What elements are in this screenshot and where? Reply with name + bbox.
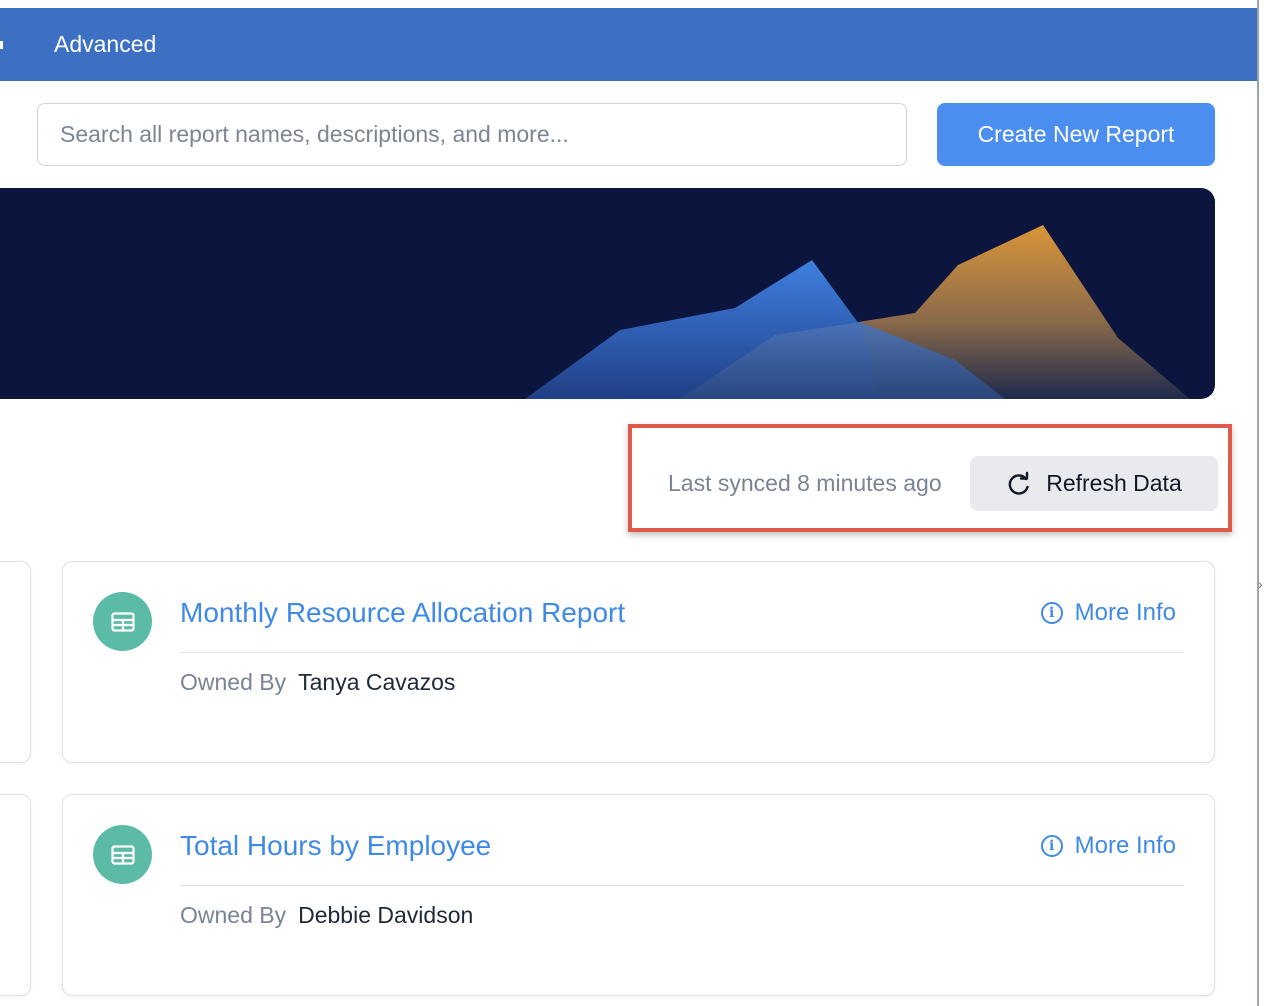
- owned-by-label: Owned By: [180, 668, 287, 695]
- refresh-icon: [1006, 471, 1032, 497]
- info-icon: i: [1040, 602, 1063, 624]
- owner-row: Owned By Tanya Cavazos: [180, 664, 455, 700]
- report-card: Monthly Resource Allocation Report i Mor…: [62, 561, 1215, 763]
- nav-bar: Advanced: [0, 8, 1257, 81]
- table-icon: [93, 825, 152, 884]
- tab-advanced[interactable]: Advanced: [54, 8, 156, 81]
- sync-status-highlight: Last synced 8 minutes ago Refresh Data: [628, 424, 1232, 532]
- refresh-data-label: Refresh Data: [1046, 470, 1182, 496]
- owner-name: Tanya Cavazos: [298, 668, 456, 695]
- report-title-link[interactable]: Monthly Resource Allocation Report: [180, 592, 625, 634]
- owned-by-label: Owned By: [180, 901, 287, 928]
- more-info-link[interactable]: i More Info: [1040, 825, 1176, 867]
- window-right-gutter: [1259, 0, 1264, 1006]
- hero-banner: [0, 188, 1215, 399]
- report-card: Total Hours by Employee i More Info Owne…: [62, 794, 1215, 996]
- nav-edge-marker: [0, 41, 3, 49]
- card-divider: [180, 652, 1184, 653]
- card-divider: [180, 885, 1184, 886]
- more-info-link[interactable]: i More Info: [1040, 592, 1176, 634]
- chevron-right-icon: ›: [1258, 576, 1263, 592]
- mountain-graphic: [525, 225, 1190, 399]
- more-info-label: More Info: [1074, 599, 1176, 626]
- refresh-data-button[interactable]: Refresh Data: [970, 456, 1218, 511]
- search-input[interactable]: [37, 103, 907, 166]
- create-new-report-button[interactable]: Create New Report: [937, 103, 1215, 166]
- info-icon: i: [1040, 835, 1063, 857]
- report-card-partial-left[interactable]: [0, 794, 31, 996]
- report-card-partial-left[interactable]: [0, 561, 31, 763]
- owner-name: Debbie Davidson: [298, 901, 474, 928]
- more-info-label: More Info: [1074, 832, 1176, 859]
- owner-row: Owned By Debbie Davidson: [180, 897, 473, 933]
- report-title-link[interactable]: Total Hours by Employee: [180, 825, 491, 867]
- top-strip: [0, 0, 1257, 8]
- last-synced-text: Last synced 8 minutes ago: [668, 470, 942, 496]
- table-icon: [93, 592, 152, 651]
